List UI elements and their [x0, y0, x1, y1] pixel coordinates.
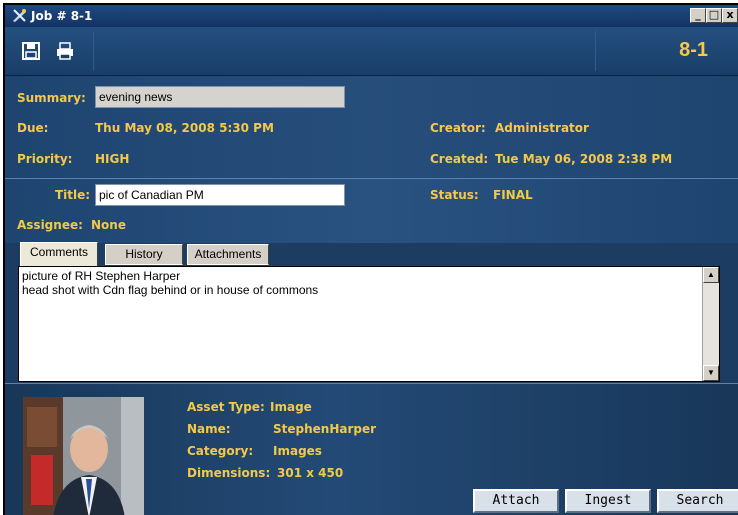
summary-label: Summary:	[17, 91, 86, 105]
search-button[interactable]: Search	[657, 489, 738, 513]
created-value: Tue May 06, 2008 2:38 PM	[495, 152, 673, 166]
due-value: Thu May 08, 2008 5:30 PM	[95, 121, 274, 135]
portrait-image	[23, 397, 144, 515]
asset-dimensions-label: Dimensions:	[187, 466, 271, 480]
vertical-scrollbar[interactable]: ▲ ▼	[702, 267, 719, 381]
title-field[interactable]: pic of Canadian PM	[95, 184, 345, 206]
asset-type-label: Asset Type:	[187, 400, 265, 414]
asset-dimensions-value: 301 x 450	[277, 466, 344, 480]
attach-button[interactable]: Attach	[473, 489, 559, 513]
scroll-down-icon[interactable]: ▼	[703, 365, 719, 381]
toolbar-divider	[93, 31, 94, 71]
asset-name-label: Name:	[187, 422, 231, 436]
minimize-button[interactable]: _	[690, 8, 706, 23]
toolbar-divider	[595, 31, 596, 71]
comments-textarea[interactable]: picture of RH Stephen Harper head shot w…	[18, 266, 720, 382]
tab-history[interactable]: History	[105, 244, 183, 265]
print-icon[interactable]	[55, 41, 75, 61]
app-logo-icon	[13, 9, 26, 22]
job-details-panel: Summary: evening news Due: Thu May 08, 2…	[5, 76, 738, 178]
tab-comments[interactable]: Comments	[20, 242, 98, 266]
maximize-button[interactable]: □	[706, 8, 722, 23]
summary-field[interactable]: evening news	[95, 86, 345, 108]
asset-category-label: Category:	[187, 444, 254, 458]
creator-value: Administrator	[495, 121, 589, 135]
asset-type-value: Image	[270, 400, 312, 414]
creator-label: Creator:	[430, 121, 486, 135]
asset-name-value: StephenHarper	[273, 422, 377, 436]
title-bar[interactable]: Job # 8-1 _ □ x	[5, 5, 738, 27]
save-icon[interactable]	[21, 41, 41, 61]
asset-panel: Asset Type: Image Name: StephenHarper Ca…	[5, 383, 738, 515]
comment-line: head shot with Cdn flag behind or in hou…	[22, 283, 319, 297]
toolbar: 8-1	[5, 27, 738, 76]
close-button[interactable]: x	[722, 8, 738, 23]
status-value: FINAL	[493, 188, 533, 202]
assignee-label: Assignee:	[17, 218, 83, 232]
asset-category-value: Images	[273, 444, 322, 458]
created-label: Created:	[430, 152, 489, 166]
tab-bar: Comments History Attachments	[5, 242, 738, 266]
job-number: 8-1	[679, 39, 708, 61]
scroll-up-icon[interactable]: ▲	[703, 267, 719, 283]
priority-label: Priority:	[17, 152, 73, 166]
tab-attachments[interactable]: Attachments	[187, 244, 269, 265]
title-label: Title:	[55, 188, 91, 202]
assignee-value: None	[91, 218, 126, 232]
assignment-panel: Title: pic of Canadian PM Status: FINAL …	[5, 178, 738, 243]
priority-value: HIGH	[95, 152, 130, 166]
asset-thumbnail[interactable]	[23, 397, 144, 515]
window-title: Job # 8-1	[31, 9, 93, 23]
comment-line: picture of RH Stephen Harper	[22, 269, 181, 283]
status-label: Status:	[430, 188, 479, 202]
job-window: Job # 8-1 _ □ x 8-1 Summary: evening new…	[3, 3, 738, 515]
ingest-button[interactable]: Ingest	[565, 489, 651, 513]
due-label: Due:	[17, 121, 49, 135]
